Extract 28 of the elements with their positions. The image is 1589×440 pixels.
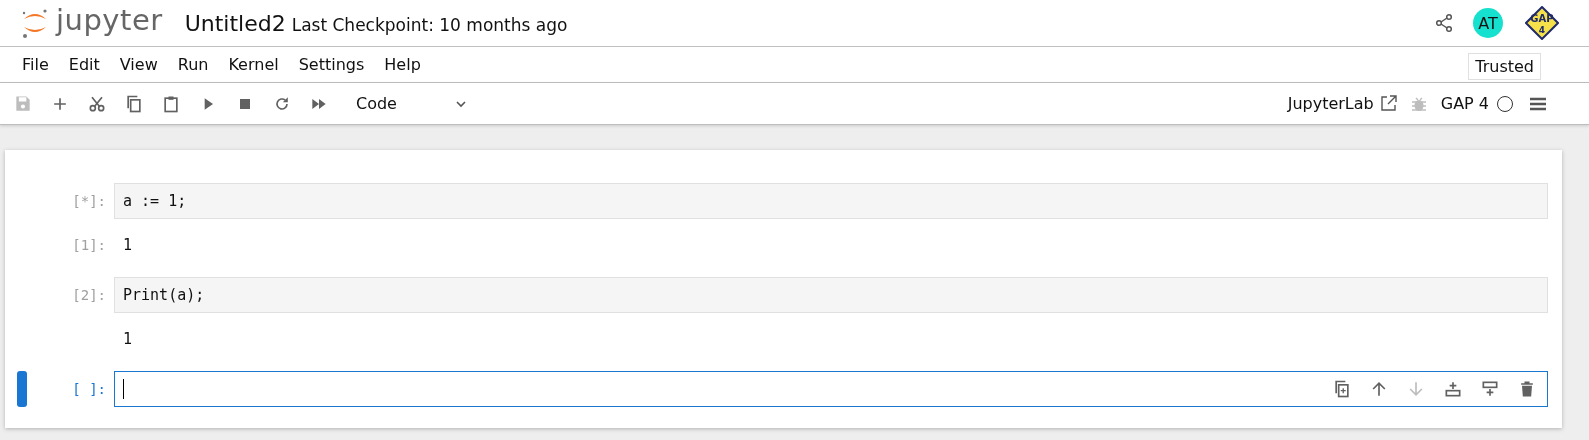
checkpoint-status: Last Checkpoint: 10 months ago: [291, 14, 568, 35]
notebook-title[interactable]: Untitled2: [184, 10, 286, 36]
menu-item[interactable]: View: [109, 51, 168, 78]
output-prompt: [1]:: [71, 237, 107, 253]
input-prompt: [ ]:: [71, 381, 107, 397]
menu-item[interactable]: Settings: [288, 51, 375, 78]
menu-item[interactable]: Edit: [58, 51, 110, 78]
user-avatar[interactable]: AT: [1473, 8, 1503, 38]
cell-output: 1: [122, 236, 133, 254]
text-cursor: [123, 379, 124, 399]
external-link-icon: [1379, 95, 1397, 112]
code-cell-editor[interactable]: a := 1;: [114, 183, 1548, 219]
trusted-indicator[interactable]: Trusted: [1468, 53, 1541, 80]
menu-item[interactable]: Run: [167, 51, 219, 78]
input-prompt: [2]:: [71, 287, 107, 303]
menu-icon[interactable]: [1529, 95, 1547, 112]
logo-text: jupyter: [56, 3, 163, 37]
input-prompt: [*]:: [71, 193, 107, 209]
cell-type-dropdown[interactable]: Code: [352, 94, 472, 113]
code-cell-editor[interactable]: Print(a);: [114, 277, 1548, 313]
menu-item[interactable]: Help: [374, 51, 431, 78]
menu-item[interactable]: Kernel: [218, 51, 289, 78]
cell-output: 1: [122, 330, 133, 348]
share-icon[interactable]: [1435, 13, 1453, 33]
open-in-link[interactable]: JupyterLab: [1287, 94, 1397, 113]
code-cell-editor[interactable]: [114, 371, 1548, 407]
menu-item[interactable]: File: [12, 51, 59, 78]
kernel-name[interactable]: GAP 4: [1440, 94, 1489, 113]
